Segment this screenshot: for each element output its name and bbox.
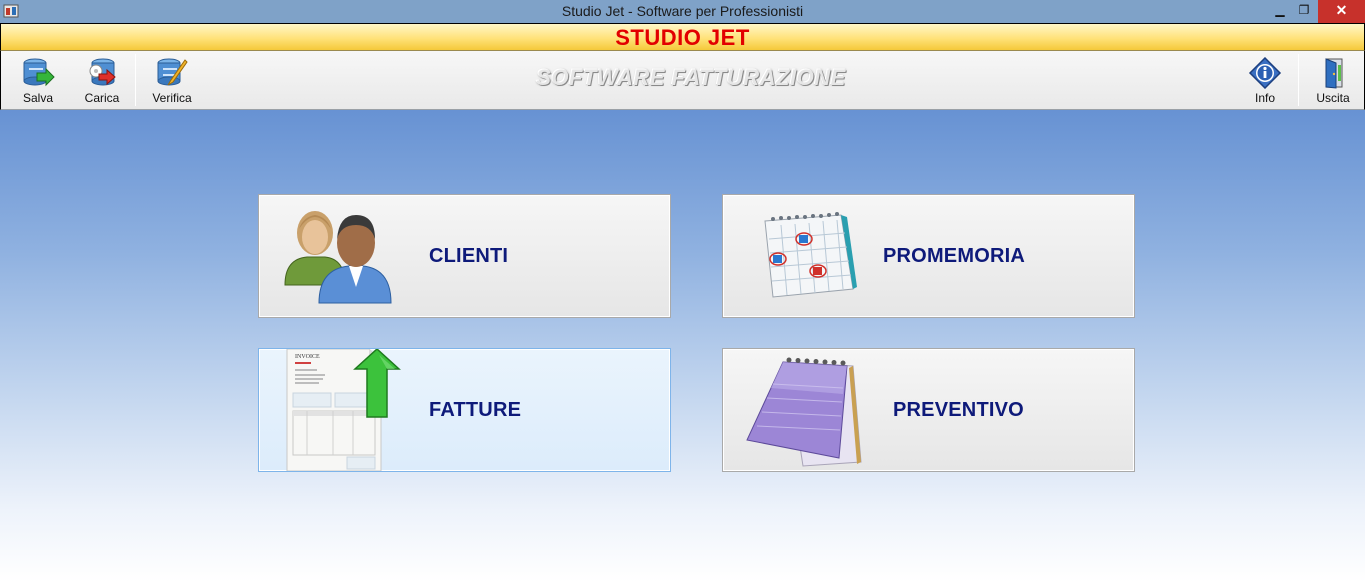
preventivo-label: PREVENTIVO	[893, 398, 1024, 421]
restore-button[interactable]: ❐	[1292, 0, 1316, 23]
notepad-icon	[746, 357, 862, 467]
promemoria-label: PROMEMORIA	[883, 244, 1025, 267]
promemoria-tile[interactable]: PROMEMORIA	[722, 194, 1135, 318]
invoice-heading: INVOICE	[295, 354, 320, 360]
exit-label: Uscita	[1316, 91, 1350, 105]
exit-door-icon	[1325, 58, 1343, 89]
verify-button[interactable]: Verifica	[147, 55, 197, 107]
preventivo-tile[interactable]: PREVENTIVO	[722, 348, 1135, 472]
load-label: Carica	[84, 91, 120, 105]
minimize-button[interactable]: ▁	[1268, 0, 1292, 23]
window-title: Studio Jet - Software per Professionisti	[561, 3, 804, 19]
fatture-tile[interactable]: INVOICE FATTURE	[258, 348, 671, 472]
main-area: CLIENTI PROMEMORIA INVOICE FATTURE PREVE…	[0, 110, 1365, 582]
database-save-icon	[23, 58, 55, 87]
clienti-label: CLIENTI	[429, 244, 509, 267]
close-button[interactable]: ✕	[1318, 0, 1365, 23]
brand-title: STUDIO JET	[615, 25, 750, 50]
load-button[interactable]: Carica	[79, 55, 125, 107]
exit-button[interactable]: Uscita	[1309, 55, 1357, 107]
invoice-icon: INVOICE	[286, 349, 401, 471]
database-load-icon	[89, 58, 116, 86]
fatture-label: FATTURE	[429, 398, 522, 421]
database-check-icon	[157, 58, 188, 86]
toolbar: Salva Carica Verifica SOFTWARE FATTURAZI…	[0, 51, 1365, 110]
info-label: Info	[1254, 91, 1275, 105]
verify-label: Verifica	[152, 91, 192, 105]
users-icon	[284, 211, 392, 304]
window-titlebar: Studio Jet - Software per Professionisti…	[0, 0, 1365, 23]
save-button[interactable]: Salva	[15, 55, 61, 107]
save-label: Salva	[22, 91, 54, 105]
app-subtitle: SOFTWARE FATTURAZIONE	[536, 65, 846, 90]
info-icon	[1248, 57, 1282, 89]
info-button[interactable]: Info	[1243, 55, 1287, 107]
toolbar-separator	[135, 54, 136, 106]
calendar-icon	[764, 212, 857, 298]
app-header: STUDIO JET	[0, 23, 1365, 51]
clienti-tile[interactable]: CLIENTI	[258, 194, 671, 318]
toolbar-separator	[1298, 54, 1299, 106]
